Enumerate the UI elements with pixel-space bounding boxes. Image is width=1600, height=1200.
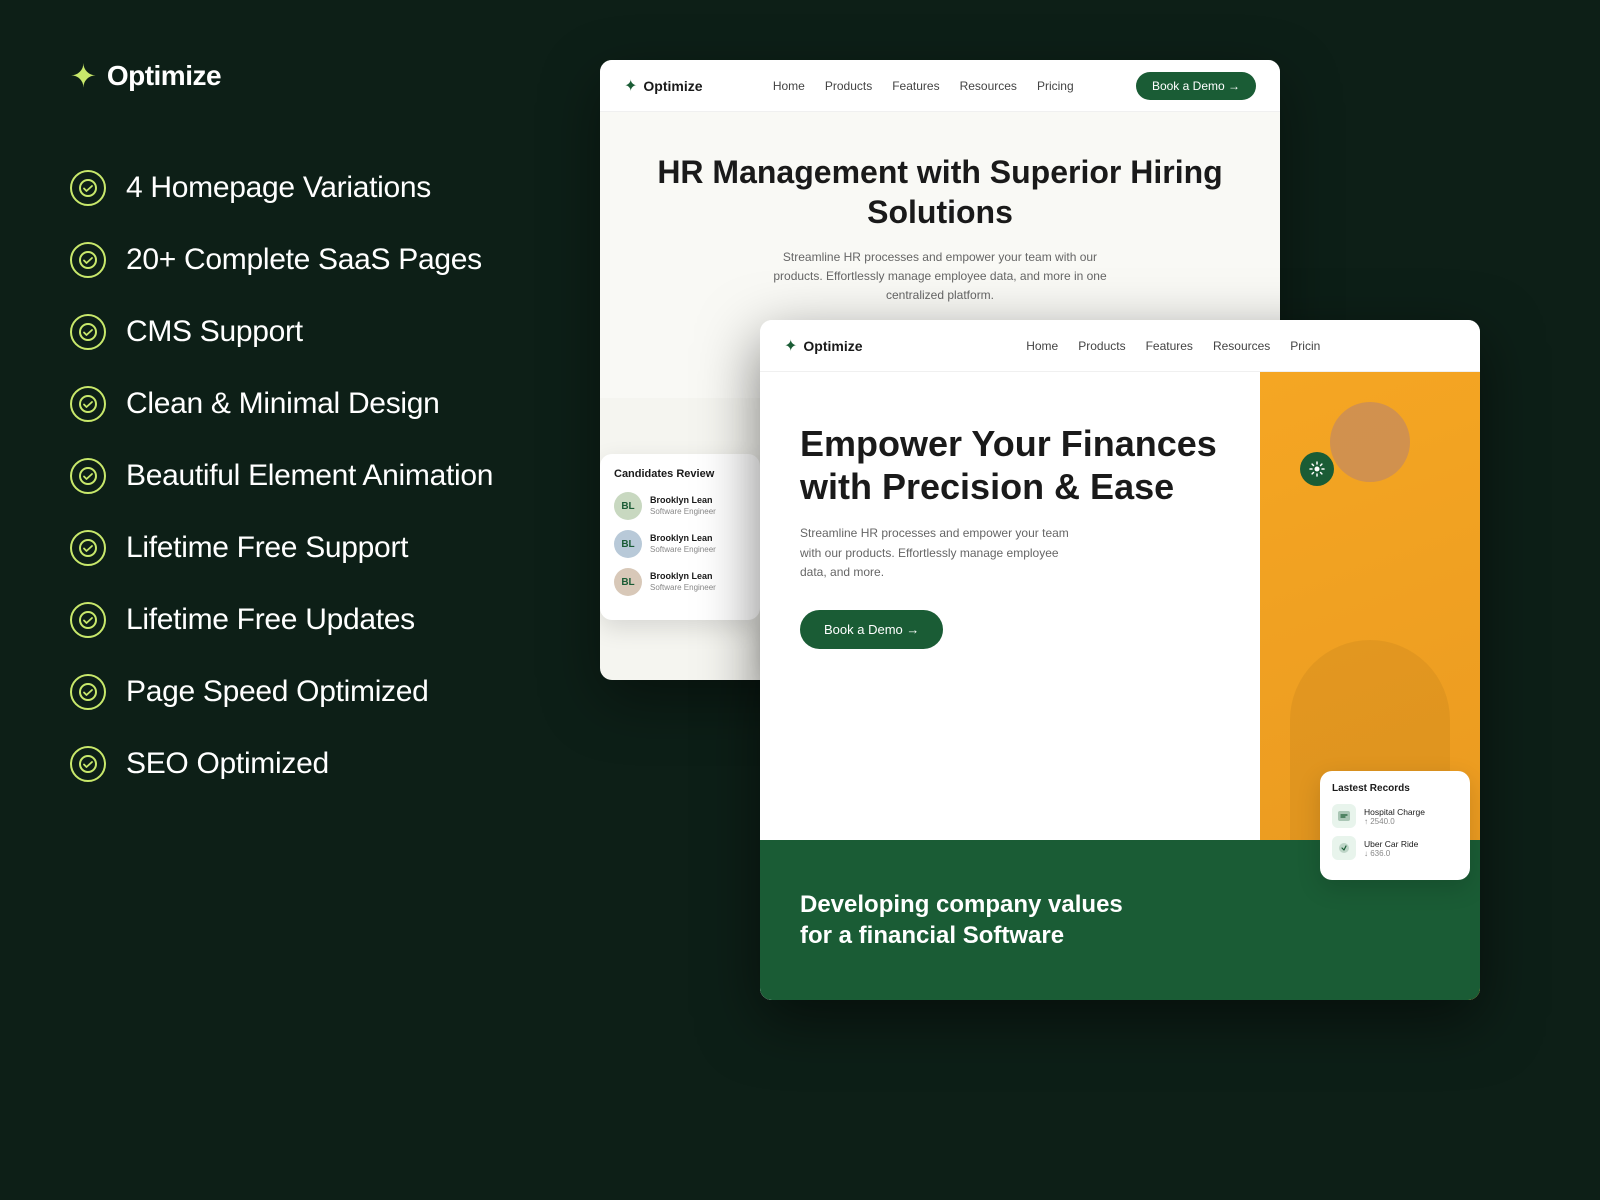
browser2-nav-resources: Resources <box>1213 339 1270 353</box>
feature-item-page-speed: Page Speed Optimized <box>70 656 510 728</box>
logo-text: Optimize <box>107 60 221 92</box>
browser1-nav-pricing: Pricing <box>1037 79 1074 93</box>
feature-text-2: 20+ Complete SaaS Pages <box>126 243 482 277</box>
browser1-hero-subtitle: Streamline HR processes and empower your… <box>770 248 1110 306</box>
browser2-nav-links: Home Products Features Resources Pricin <box>891 339 1456 353</box>
candidate-row-1: BL Brooklyn Lean Software Engineer <box>614 492 746 520</box>
finance-cta-label: Book a Demo → <box>824 622 919 637</box>
record-info-2: Uber Car Ride ↓ 636.0 <box>1364 839 1418 858</box>
candidate-name-1: Brooklyn Lean <box>650 495 716 507</box>
feature-item-lifetime-updates: Lifetime Free Updates <box>70 584 510 656</box>
candidate-info-3: Brooklyn Lean Software Engineer <box>650 571 716 593</box>
feature-item-animation: Beautiful Element Animation <box>70 440 510 512</box>
feature-text-9: SEO Optimized <box>126 747 329 781</box>
browser1-hero-title: HR Management with Superior Hiring Solut… <box>650 152 1230 232</box>
avatar-1: BL <box>614 492 642 520</box>
green-bottom-label: Developing company valuesfor a financial… <box>800 891 1123 949</box>
feature-text-6: Lifetime Free Support <box>126 531 408 565</box>
candidate-role-2: Software Engineer <box>650 545 716 555</box>
browser-window-finance: ✦ Optimize Home Products Features Resour… <box>760 320 1480 1000</box>
browser2-logo-icon: ✦ <box>784 336 797 356</box>
record-icon-1 <box>1332 804 1356 828</box>
check-icon-4 <box>70 386 106 422</box>
green-bottom-text: Developing company valuesfor a financial… <box>800 889 1123 951</box>
right-panel: ✦ Optimize Home Products Features Resour… <box>580 0 1600 1200</box>
browser2-logo-text: Optimize <box>803 338 862 354</box>
browser1-navbar: ✦ Optimize Home Products Features Resour… <box>600 60 1280 112</box>
logo: ✦ Optimize <box>70 60 510 92</box>
check-icon-5 <box>70 458 106 494</box>
feature-text-5: Beautiful Element Animation <box>126 459 493 493</box>
browser2-navbar: ✦ Optimize Home Products Features Resour… <box>760 320 1480 372</box>
record-info-1: Hospital Charge ↑ 2540.0 <box>1364 807 1425 826</box>
browser2-nav-pricing: Pricin <box>1290 339 1320 353</box>
avatar-2: BL <box>614 530 642 558</box>
feature-text-1: 4 Homepage Variations <box>126 171 431 205</box>
feature-text-7: Lifetime Free Updates <box>126 603 415 637</box>
candidates-card: Candidates Review BL Brooklyn Lean Softw… <box>600 454 760 620</box>
feature-text-3: CMS Support <box>126 315 303 349</box>
candidate-row-3: BL Brooklyn Lean Software Engineer <box>614 568 746 596</box>
browser1-demo-button[interactable]: Book a Demo → <box>1136 72 1256 100</box>
candidate-info-1: Brooklyn Lean Software Engineer <box>650 495 716 517</box>
browser1-demo-label: Book a Demo → <box>1152 79 1240 93</box>
record-amount-1: ↑ 2540.0 <box>1364 817 1425 826</box>
record-name-2: Uber Car Ride <box>1364 839 1418 849</box>
browser1-nav-resources: Resources <box>960 79 1017 93</box>
check-icon-3 <box>70 314 106 350</box>
feature-item-lifetime-support: Lifetime Free Support <box>70 512 510 584</box>
logo-icon: ✦ <box>70 60 97 92</box>
browser1-logo-icon: ✦ <box>624 76 637 96</box>
browser2-nav-features: Features <box>1146 339 1193 353</box>
browser1-logo: ✦ Optimize <box>624 76 703 96</box>
check-icon-8 <box>70 674 106 710</box>
browser1-nav-links: Home Products Features Resources Pricing <box>735 79 1112 93</box>
feature-item-design: Clean & Minimal Design <box>70 368 510 440</box>
browser2-logo: ✦ Optimize <box>784 336 863 356</box>
finance-subtitle: Streamline HR processes and empower your… <box>800 524 1080 582</box>
record-row-1: Hospital Charge ↑ 2540.0 <box>1332 804 1458 828</box>
feature-text-4: Clean & Minimal Design <box>126 387 440 421</box>
features-list: 4 Homepage Variations 20+ Complete SaaS … <box>70 152 510 800</box>
candidate-row-2: BL Brooklyn Lean Software Engineer <box>614 530 746 558</box>
browser1-nav-home: Home <box>773 79 805 93</box>
candidate-name-3: Brooklyn Lean <box>650 571 716 583</box>
browser1-nav-features: Features <box>892 79 939 93</box>
record-amount-2: ↓ 636.0 <box>1364 849 1418 858</box>
check-icon-9 <box>70 746 106 782</box>
feature-item-saas-pages: 20+ Complete SaaS Pages <box>70 224 510 296</box>
candidate-info-2: Brooklyn Lean Software Engineer <box>650 533 716 555</box>
candidate-role-1: Software Engineer <box>650 507 716 517</box>
candidates-card-title: Candidates Review <box>614 468 746 480</box>
record-name-1: Hospital Charge <box>1364 807 1425 817</box>
finance-cta-button[interactable]: Book a Demo → <box>800 610 943 649</box>
candidate-name-2: Brooklyn Lean <box>650 533 716 545</box>
feature-item-cms: CMS Support <box>70 296 510 368</box>
finance-hero-title: Empower Your Finances with Precision & E… <box>800 422 1220 508</box>
records-card: Lastest Records Hospital Charge ↑ 2540.0 <box>1320 771 1470 880</box>
browser2-nav-products: Products <box>1078 339 1125 353</box>
record-row-2: Uber Car Ride ↓ 636.0 <box>1332 836 1458 860</box>
records-card-title: Lastest Records <box>1332 783 1458 794</box>
record-icon-2 <box>1332 836 1356 860</box>
browser2-nav-home: Home <box>1026 339 1058 353</box>
check-icon-7 <box>70 602 106 638</box>
feature-item-homepage-variations: 4 Homepage Variations <box>70 152 510 224</box>
avatar-3: BL <box>614 568 642 596</box>
left-panel: ✦ Optimize 4 Homepage Variations 20+ Com… <box>0 0 580 1200</box>
candidate-role-3: Software Engineer <box>650 583 716 593</box>
check-icon-2 <box>70 242 106 278</box>
check-icon-6 <box>70 530 106 566</box>
browser1-nav-products: Products <box>825 79 872 93</box>
check-icon-1 <box>70 170 106 206</box>
feature-text-8: Page Speed Optimized <box>126 675 429 709</box>
settings-icon <box>1300 452 1334 486</box>
feature-item-seo: SEO Optimized <box>70 728 510 800</box>
browser1-logo-text: Optimize <box>643 78 702 94</box>
